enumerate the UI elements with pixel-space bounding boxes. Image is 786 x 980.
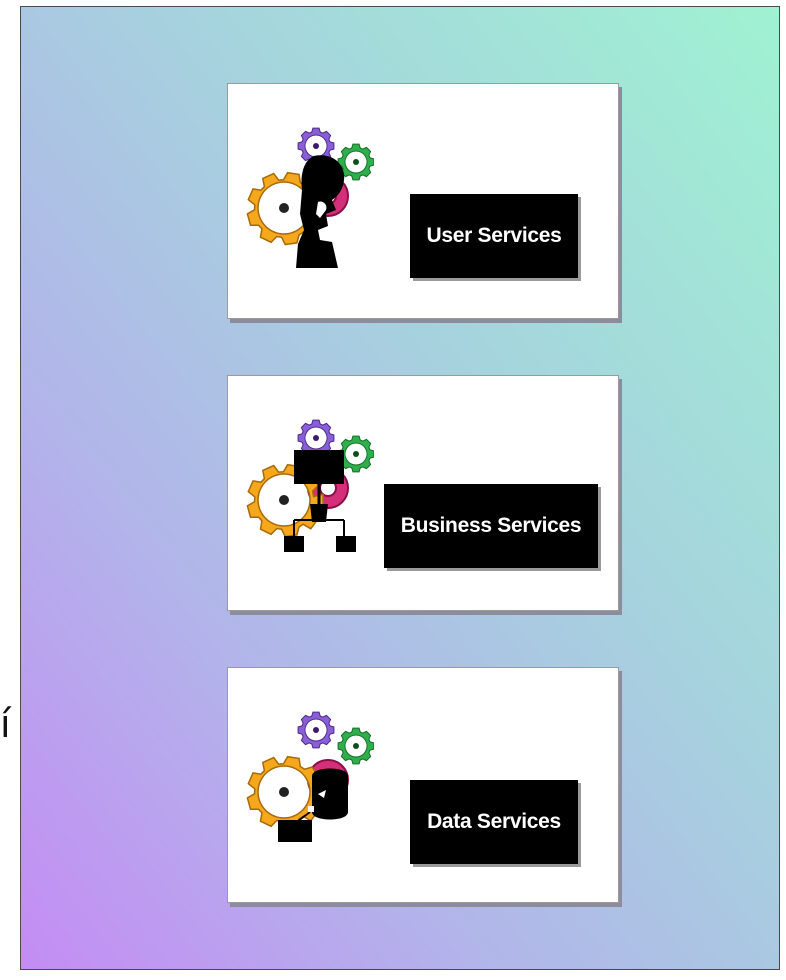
gears-database-icon xyxy=(244,702,374,842)
layer-panel-data-services: Data Services xyxy=(227,667,619,903)
database-shape xyxy=(278,768,348,842)
gears-org-chart-icon xyxy=(244,410,374,552)
layer-label: Data Services xyxy=(410,780,578,864)
layer-label: User Services xyxy=(410,194,578,278)
edge-glyph: í xyxy=(0,702,11,746)
gears-person-icon xyxy=(244,118,374,268)
layer-panel-business-services: Business Services xyxy=(227,375,619,611)
layer-label: Business Services xyxy=(384,484,598,568)
layer-panel-user-services: User Services xyxy=(227,83,619,319)
diagram-frame: User Services Business Services Data Ser… xyxy=(20,6,780,970)
